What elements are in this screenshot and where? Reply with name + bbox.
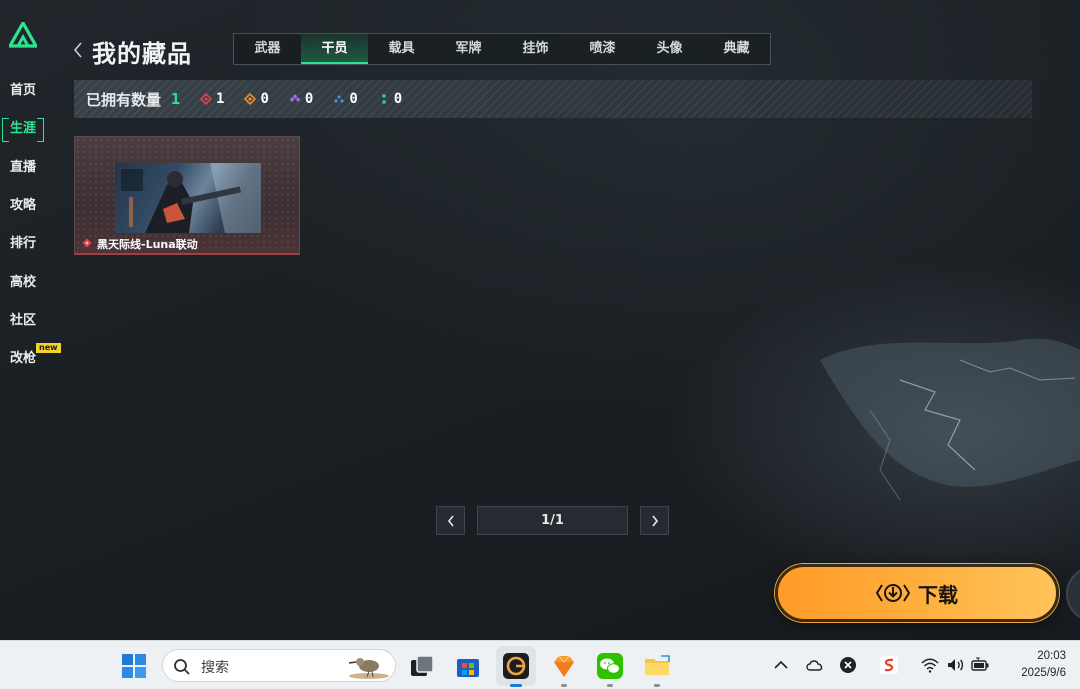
app-logo-icon[interactable] [9, 22, 37, 48]
page-indicator: 1/1 [477, 506, 628, 535]
game-launcher-icon[interactable] [502, 652, 530, 680]
card-item-name: 黑天际线-Luna联动 [97, 238, 198, 251]
sidebar-item-guide[interactable]: 攻略 [0, 193, 46, 219]
tab-sprays[interactable]: 喷漆 [569, 34, 636, 64]
taskbar: 搜索 20:03 2025/9/6 [0, 640, 1080, 689]
owned-count: 1 [171, 90, 181, 108]
battery-icon[interactable] [970, 655, 990, 675]
category-tabs: 武器 干员 载具 军牌 挂饰 喷漆 头像 典藏 [233, 33, 771, 65]
task-view-icon[interactable] [408, 652, 436, 680]
artwork-illustration [115, 163, 261, 233]
tab-avatars[interactable]: 头像 [636, 34, 703, 64]
sidebar-item-live[interactable]: 直播 [0, 155, 46, 181]
search-icon [174, 659, 190, 675]
taskbar-search[interactable]: 搜索 [162, 649, 396, 682]
cloud-icon[interactable] [805, 655, 825, 675]
rarity-purple: 0 [289, 91, 313, 107]
clock-date: 2025/9/6 [1021, 667, 1066, 679]
app-indicator [561, 684, 567, 687]
rarity-purple-count: 0 [304, 91, 314, 107]
windows-start-icon[interactable] [120, 652, 148, 680]
operator-artwork [115, 163, 261, 233]
sogou-ime-icon[interactable] [879, 655, 899, 675]
speaker-icon[interactable] [945, 655, 965, 675]
red-diamond-icon [200, 93, 213, 105]
back-chevron-icon[interactable] [72, 40, 84, 60]
sidebar-item-home[interactable]: 首页 [0, 78, 46, 104]
purple-diamond-icon [289, 94, 301, 102]
chevron-up-icon[interactable] [771, 655, 791, 675]
chevron-left-icon [447, 515, 454, 526]
rarity-blue-count: 0 [349, 91, 358, 107]
rarity-red: 1 [200, 91, 224, 107]
sidebar-item-career[interactable]: 生涯 [0, 116, 46, 142]
prev-page-button[interactable] [436, 506, 465, 535]
tab-collection[interactable]: 典藏 [703, 34, 770, 64]
blue-diamond-icon [334, 95, 345, 103]
new-badge: new [36, 343, 61, 353]
tab-weapons[interactable]: 武器 [234, 34, 301, 64]
close-circle-icon[interactable] [838, 655, 858, 675]
search-placeholder: 搜索 [201, 660, 229, 676]
orange-diamond-icon [244, 93, 257, 105]
collection-card[interactable]: 黑天际线-Luna联动 [74, 136, 300, 255]
app-indicator [654, 684, 660, 687]
rarity-orange-count: 0 [260, 91, 269, 107]
wifi-icon[interactable] [920, 655, 940, 675]
rarity-green: 0 [378, 91, 402, 107]
rarity-red-count: 1 [216, 91, 225, 107]
active-app-indicator [510, 684, 522, 687]
rarity-blue: 0 [333, 91, 358, 107]
owned-label: 已拥有数量 [86, 90, 162, 109]
side-action-button[interactable] [1066, 566, 1080, 622]
sidebar-item-community[interactable]: 社区 [0, 308, 46, 334]
download-button[interactable]: 下载 [775, 564, 1059, 622]
file-explorer-icon[interactable] [643, 652, 671, 680]
app-window: 首页 生涯 直播 攻略 排行 高校 社区 改枪 new 我的藏品 武器 干员 载… [0, 0, 1080, 640]
rarity-orange: 0 [244, 91, 269, 107]
tab-operators[interactable]: 干员 [301, 34, 368, 64]
system-clock[interactable]: 20:03 2025/9/6 [998, 648, 1066, 682]
rarity-green-count: 0 [393, 91, 403, 107]
green-dots-icon [382, 94, 386, 104]
page-title: 我的藏品 [92, 40, 192, 68]
next-page-button[interactable] [640, 506, 669, 535]
bird-illustration-icon [348, 658, 389, 679]
download-icon [876, 584, 910, 602]
download-label: 下载 [918, 582, 958, 607]
chevron-right-icon [651, 515, 658, 526]
red-diamond-icon [82, 238, 92, 248]
sidebar: 首页 生涯 直播 攻略 排行 高校 社区 改枪 new [0, 0, 64, 640]
app-indicator [607, 684, 613, 687]
sidebar-item-ranking[interactable]: 排行 [0, 231, 46, 257]
sidebar-item-college[interactable]: 高校 [0, 270, 46, 296]
tab-charms[interactable]: 挂饰 [502, 34, 569, 64]
tab-dogtags[interactable]: 军牌 [435, 34, 502, 64]
tab-vehicles[interactable]: 载具 [368, 34, 435, 64]
microsoft-store-icon[interactable] [454, 652, 482, 680]
wechat-icon[interactable] [596, 652, 624, 680]
gem-app-icon[interactable] [550, 652, 578, 680]
owned-stats-bar: 已拥有数量 1 1 0 0 0 0 [74, 80, 1032, 118]
clock-time: 20:03 [1037, 650, 1066, 662]
